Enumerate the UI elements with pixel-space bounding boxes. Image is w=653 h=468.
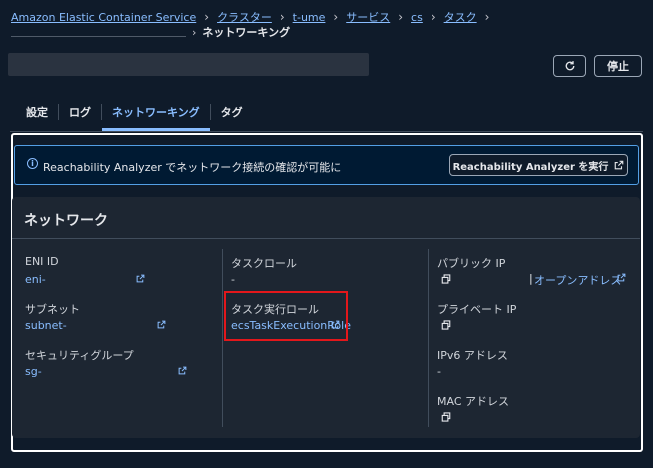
panel-title: ネットワーク	[24, 213, 108, 229]
page-title-redacted	[8, 53, 369, 76]
subnet-label: サブネット	[25, 303, 80, 316]
chevron-right-icon: ›	[333, 10, 339, 24]
column-divider	[428, 249, 429, 427]
breadcrumb-clusters[interactable]: クラスター	[217, 9, 272, 25]
reachability-alert: i Reachability Analyzer でネットワーク接続の確認が可能に…	[14, 145, 639, 185]
breadcrumb-tasks[interactable]: タスク	[444, 9, 477, 25]
tab-bar: 設定 ログ ネットワーキング タグ	[15, 104, 253, 131]
column-divider	[222, 249, 223, 427]
breadcrumb-ecs[interactable]: Amazon Elastic Container Service	[11, 11, 196, 24]
subnet-link[interactable]: subnet-	[25, 319, 67, 332]
panel-header: ネットワーク	[12, 197, 640, 239]
task-role-value: -	[231, 273, 235, 286]
chevron-right-icon: ›	[204, 10, 210, 24]
chevron-right-icon: ›	[398, 10, 404, 24]
breadcrumb-services[interactable]: サービス	[346, 9, 390, 25]
mac-address-label: MAC アドレス	[437, 395, 509, 408]
external-link-icon[interactable]	[178, 366, 187, 375]
breadcrumb-row-2: › ネットワーキング	[11, 24, 290, 40]
task-role-label: タスクロール	[231, 257, 297, 270]
ipv6-label: IPv6 アドレス	[437, 349, 508, 362]
button-label: Reachability Analyzer を実行	[452, 161, 609, 173]
private-ip-label: プライベート IP	[437, 303, 517, 316]
tab-networking[interactable]: ネットワーキング	[101, 104, 210, 131]
copy-icon[interactable]	[441, 320, 451, 330]
stop-button[interactable]: 停止	[594, 55, 642, 77]
open-address-link[interactable]: オープンアドレス	[534, 272, 621, 288]
run-reachability-analyzer-button[interactable]: Reachability Analyzer を実行	[449, 154, 628, 176]
chevron-right-icon: ›	[279, 10, 285, 24]
chevron-right-icon: ›	[430, 10, 436, 24]
tab-settings[interactable]: 設定	[15, 104, 58, 120]
highlight-box	[224, 291, 348, 341]
pipe-separator: |	[529, 272, 533, 285]
chevron-right-icon: ›	[192, 25, 197, 39]
refresh-button[interactable]	[553, 55, 586, 77]
security-group-link[interactable]: sg-	[25, 365, 42, 378]
external-link-icon[interactable]	[617, 273, 626, 282]
public-ip-label: パブリック IP	[437, 257, 506, 270]
breadcrumb-service-name[interactable]: cs	[411, 11, 423, 24]
tab-logs[interactable]: ログ	[58, 104, 101, 120]
eni-id-label: ENI ID	[25, 255, 59, 268]
redacted-task-id[interactable]	[11, 28, 186, 37]
external-link-icon	[615, 160, 624, 170]
copy-icon[interactable]	[441, 274, 451, 284]
external-link-icon[interactable]	[157, 320, 166, 329]
breadcrumb-current: ネットワーキング	[202, 26, 291, 39]
ipv6-value: -	[437, 365, 441, 378]
external-link-icon[interactable]	[136, 274, 145, 283]
alert-message: Reachability Analyzer でネットワーク接続の確認が可能に	[43, 161, 342, 174]
breadcrumb-cluster-name[interactable]: t-ume	[293, 11, 326, 24]
eni-id-link[interactable]: eni-	[25, 273, 46, 286]
copy-icon[interactable]	[441, 412, 451, 422]
breadcrumb: Amazon Elastic Container Service › クラスター…	[11, 9, 497, 25]
tab-divider	[10, 131, 643, 132]
refresh-icon	[565, 61, 574, 71]
security-group-label: セキュリティグループ	[25, 349, 134, 362]
chevron-right-icon: ›	[484, 10, 490, 24]
tab-tags[interactable]: タグ	[209, 104, 253, 120]
info-icon: i	[27, 158, 38, 169]
